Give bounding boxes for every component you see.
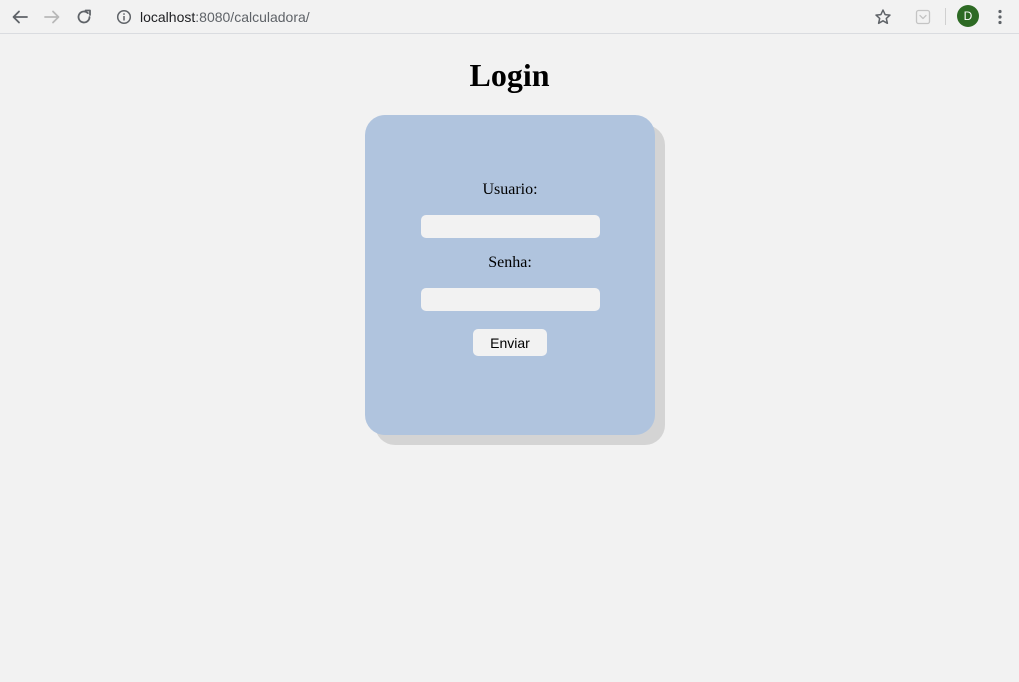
browser-toolbar: localhost:8080/calculadora/ D — [0, 0, 1019, 34]
toolbar-divider — [945, 8, 946, 25]
pocket-icon[interactable] — [911, 5, 935, 29]
star-icon[interactable] — [871, 5, 895, 29]
submit-button[interactable]: Enviar — [473, 329, 547, 356]
info-icon[interactable] — [112, 5, 136, 29]
kebab-menu-icon[interactable] — [988, 5, 1012, 29]
username-label: Usuario: — [482, 181, 538, 198]
address-bar[interactable]: localhost:8080/calculadora/ — [140, 8, 310, 26]
profile-avatar[interactable]: D — [957, 5, 979, 27]
url-path: :8080/calculadora/ — [195, 9, 310, 25]
password-input[interactable] — [421, 288, 600, 311]
url-host: localhost — [140, 9, 196, 25]
back-arrow-icon[interactable] — [8, 5, 32, 29]
login-form: Usuario: Senha: Enviar — [365, 115, 655, 435]
password-label: Senha: — [488, 254, 532, 271]
page-title: Login — [469, 57, 550, 93]
reload-icon[interactable] — [72, 5, 96, 29]
forward-arrow-icon[interactable] — [40, 5, 64, 29]
username-input[interactable] — [421, 215, 600, 238]
